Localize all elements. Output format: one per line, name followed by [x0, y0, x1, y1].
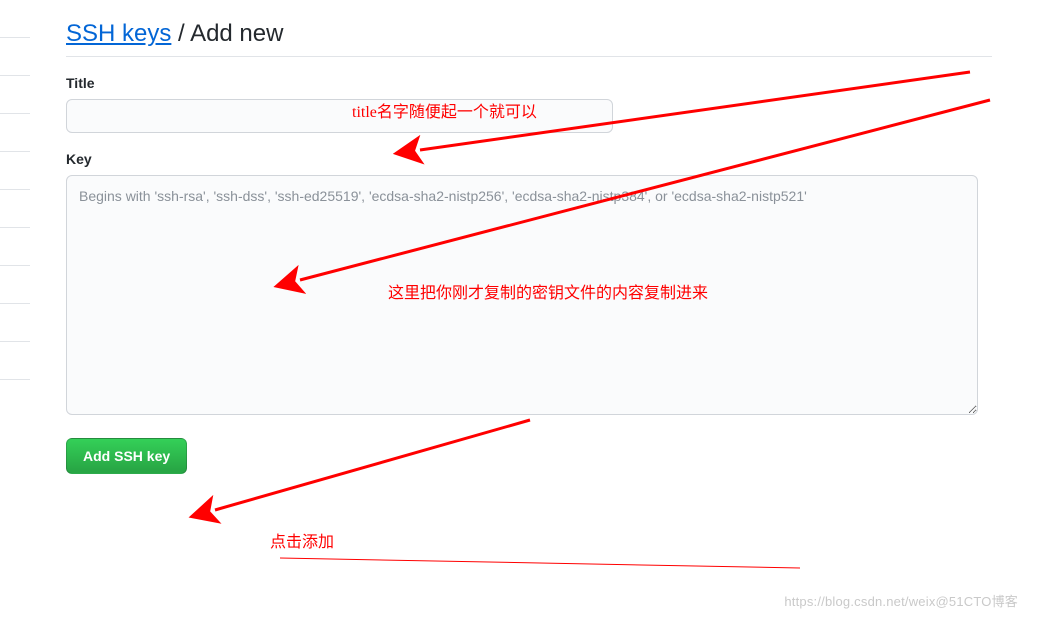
annotation-key-hint: 这里把你刚才复制的密钥文件的内容复制进来	[388, 279, 708, 303]
watermark: https://blog.csdn.net/weix@51CTO博客	[784, 591, 1018, 610]
annotation-title-hint: title名字随便起一个就可以	[352, 98, 537, 122]
annotation-button-hint: 点击添加	[270, 528, 334, 552]
breadcrumb-separator: /	[171, 20, 190, 47]
page-root: SSH keys / Add new Title Key Add SSH key…	[0, 0, 1042, 618]
key-label: Key	[66, 151, 992, 167]
title-label: Title	[66, 75, 992, 91]
add-ssh-key-button[interactable]: Add SSH key	[66, 438, 187, 474]
main-content: SSH keys / Add new Title Key Add SSH key	[66, 20, 992, 474]
page-subtitle: Add new	[190, 20, 283, 47]
sidebar-stub	[0, 0, 30, 618]
ssh-keys-link[interactable]: SSH keys	[66, 20, 171, 47]
page-title: SSH keys / Add new	[66, 20, 992, 57]
